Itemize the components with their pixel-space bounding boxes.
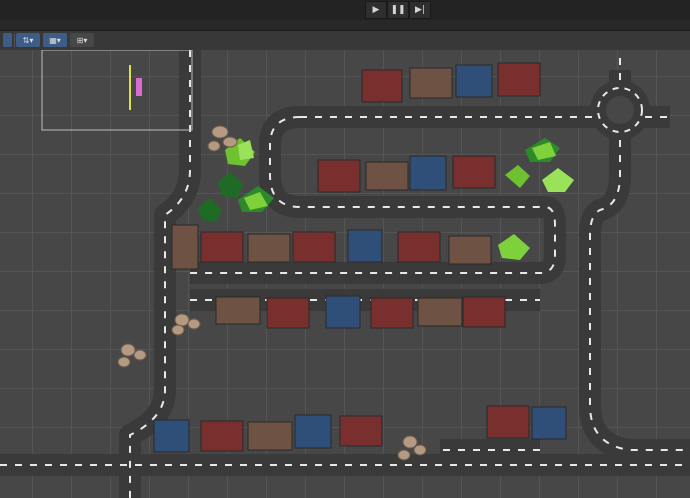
tree bbox=[218, 172, 243, 198]
house-blue bbox=[294, 414, 332, 449]
house-blue bbox=[409, 155, 447, 191]
house-brown bbox=[417, 297, 463, 327]
ruler-icon: ⊞ bbox=[76, 35, 84, 45]
grid-icon: ▦ bbox=[49, 35, 57, 45]
pause-button[interactable]: ❚❚ bbox=[387, 1, 409, 19]
tab-strip bbox=[0, 20, 690, 31]
step-button[interactable]: ▶| bbox=[409, 1, 431, 19]
camera-gizmo bbox=[41, 50, 193, 131]
house-red bbox=[452, 155, 496, 189]
bush bbox=[542, 168, 574, 192]
house-brown bbox=[215, 296, 261, 325]
house-red bbox=[497, 62, 541, 97]
house-red bbox=[317, 159, 361, 193]
house-blue bbox=[153, 419, 190, 453]
house-brown bbox=[409, 67, 453, 99]
house-blue bbox=[347, 229, 383, 263]
house-brown bbox=[448, 235, 492, 265]
play-controls: ▶ ❚❚ ▶| bbox=[365, 1, 431, 19]
house-red bbox=[339, 415, 383, 447]
toolbar-left-edge bbox=[3, 33, 12, 47]
bush bbox=[505, 165, 530, 188]
house-red bbox=[370, 297, 414, 329]
house-red bbox=[397, 231, 441, 263]
house-red bbox=[200, 231, 244, 263]
house-brown bbox=[365, 161, 409, 191]
dropdown-arrow-icon: ▾ bbox=[29, 35, 34, 45]
grid-snap-button[interactable]: ▦ ▾ bbox=[43, 33, 67, 47]
dropdown-arrow-icon: ▾ bbox=[56, 35, 61, 45]
house-blue bbox=[531, 406, 567, 440]
house-red bbox=[462, 296, 506, 328]
house-red bbox=[266, 297, 310, 329]
house-red bbox=[486, 405, 530, 439]
play-button[interactable]: ▶ bbox=[365, 1, 387, 19]
house-brown bbox=[171, 224, 199, 270]
bush bbox=[498, 234, 530, 260]
ruler-tool-button[interactable]: ⊞ ▾ bbox=[70, 33, 94, 47]
toolbar-divider bbox=[14, 34, 15, 47]
roundabout bbox=[590, 80, 650, 140]
house-blue bbox=[325, 295, 361, 329]
move-gizmo-icon: ⇅ bbox=[22, 35, 30, 45]
house-red bbox=[292, 231, 336, 263]
scene-view[interactable] bbox=[0, 50, 690, 498]
house-red bbox=[361, 69, 403, 103]
scene-toolbar: ⇅ ▾ ▦ ▾ ⊞ ▾ bbox=[0, 31, 690, 51]
gizmo-toggle-button[interactable]: ⇅ ▾ bbox=[16, 33, 40, 47]
house-red bbox=[200, 420, 244, 452]
dropdown-arrow-icon: ▾ bbox=[83, 35, 88, 45]
tree bbox=[198, 198, 222, 222]
house-blue bbox=[455, 64, 493, 98]
house-brown bbox=[247, 421, 293, 451]
top-bar: ▶ ❚❚ ▶| bbox=[0, 0, 690, 20]
scene-canvas bbox=[0, 50, 690, 498]
house-brown bbox=[247, 233, 291, 263]
